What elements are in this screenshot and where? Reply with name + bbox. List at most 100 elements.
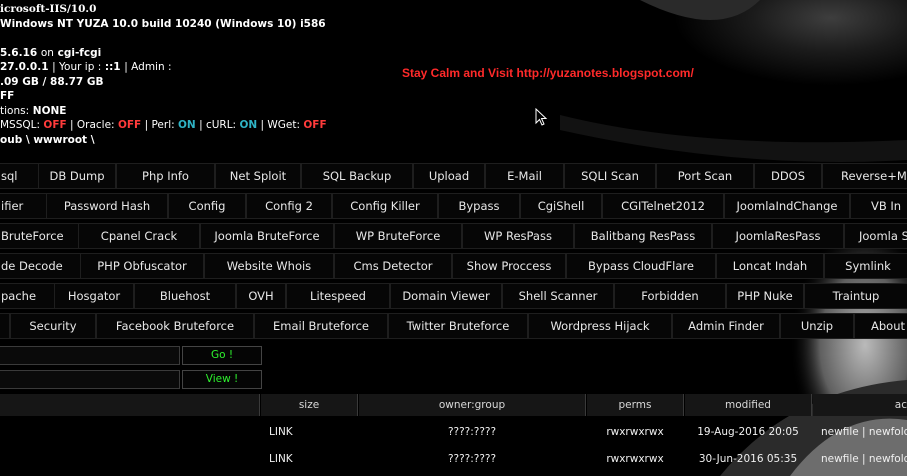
menu-balitbang-respass[interactable]: Balitbang ResPass	[574, 223, 712, 249]
menu-facebook-bruteforce[interactable]: Facebook Bruteforce	[96, 313, 254, 339]
menu-security[interactable]: Security	[10, 313, 96, 339]
menu-wordpress-hijack[interactable]: Wordpress Hijack	[528, 313, 672, 339]
menu-sqli-scan[interactable]: SQLI Scan	[564, 163, 656, 189]
menu-partial[interactable]	[0, 313, 10, 339]
menu-wp-respass[interactable]: WP ResPass	[462, 223, 574, 249]
goto-input[interactable]	[0, 346, 180, 365]
menu-shell-scanner[interactable]: Shell Scanner	[502, 283, 614, 309]
menu-ddos[interactable]: DDOS	[754, 163, 822, 189]
cell-owner: ????:????	[447, 453, 497, 465]
view-input[interactable]	[0, 370, 180, 389]
menu-admin-finder[interactable]: Admin Finder	[672, 313, 780, 339]
menu-row-5: pache Hosgator Bluehost OVH Litespeed Do…	[0, 283, 907, 309]
your-ip: ::1	[104, 61, 121, 73]
menu-ovh[interactable]: OVH	[236, 283, 286, 309]
menu-cgitelnet[interactable]: CGITelnet2012	[602, 193, 724, 219]
menu-upload[interactable]: Upload	[413, 163, 485, 189]
cell-name[interactable]	[0, 420, 259, 445]
header-action[interactable]: ac	[813, 394, 907, 416]
menu-config[interactable]: Config	[168, 193, 246, 219]
admin-label: | Admin :	[124, 61, 172, 73]
cell-perms[interactable]: rwxrwxrwx	[587, 420, 683, 445]
menu-reverse[interactable]: Reverse+M	[822, 163, 907, 189]
menu-cpanel-crack[interactable]: Cpanel Crack	[78, 223, 200, 249]
menu-config-killer[interactable]: Config Killer	[332, 193, 438, 219]
menu-sql[interactable]: sql	[0, 163, 40, 189]
menu-symlink[interactable]: Symlink	[824, 253, 907, 279]
header-owner-group[interactable]: owner:group	[359, 394, 586, 416]
menu-twitter-bruteforce[interactable]: Twitter Bruteforce	[388, 313, 528, 339]
menu-vb-index[interactable]: VB In	[850, 193, 907, 219]
perl-status: ON	[178, 119, 196, 131]
menu-config-2[interactable]: Config 2	[246, 193, 332, 219]
menu-bypass[interactable]: Bypass	[438, 193, 520, 219]
perl-label: | Perl:	[144, 119, 175, 131]
menu-email[interactable]: E-Mail	[485, 163, 564, 189]
menu-domain-viewer[interactable]: Domain Viewer	[390, 283, 502, 309]
table-row: LINK ????:???? rwxrwxrwx 19-Aug-2016 20:…	[0, 420, 907, 445]
header-name[interactable]	[0, 394, 260, 416]
mssql-label: MSSQL:	[0, 119, 41, 131]
cell-size: LINK	[269, 426, 293, 438]
server-software: icrosoft-IIS/10.0	[0, 3, 97, 15]
cell-actions[interactable]: newfile | newfolde	[821, 420, 907, 445]
curl-status: ON	[239, 119, 258, 131]
menu-traintup[interactable]: Traintup	[804, 283, 907, 309]
cell-perms[interactable]: rwxrwxrwx	[587, 447, 683, 472]
table-row: LINK ????:???? rwxrwxrwx 30-Jun-2016 05:…	[0, 447, 907, 472]
hdd-info: .09 GB / 88.77 GB	[0, 75, 104, 88]
menu-apache[interactable]: pache	[0, 283, 56, 309]
menu-about[interactable]: About	[854, 313, 907, 339]
menu-website-whois[interactable]: Website Whois	[204, 253, 334, 279]
header-modified[interactable]: modified	[685, 394, 812, 416]
wget-label: | WGet:	[260, 119, 301, 131]
menu-identifier[interactable]: ifier	[0, 193, 48, 219]
menu-hosgator[interactable]: Hosgator	[54, 283, 134, 309]
cell-size: LINK	[269, 453, 293, 465]
oracle-status: OFF	[117, 119, 142, 131]
cell-modified: 19-Aug-2016 20:05	[697, 426, 799, 438]
menu-show-process[interactable]: Show Proccess	[452, 253, 566, 279]
menu-loncat-indah[interactable]: Loncat Indah	[716, 253, 824, 279]
your-ip-label: | Your ip :	[52, 61, 102, 73]
menu-php-obfuscator[interactable]: PHP Obfuscator	[80, 253, 204, 279]
menu-email-bruteforce[interactable]: Email Bruteforce	[254, 313, 388, 339]
menu-bruteforce[interactable]: BruteForce	[0, 223, 80, 249]
menu-bypass-cloudflare[interactable]: Bypass CloudFlare	[566, 253, 716, 279]
menu-password-hash[interactable]: Password Hash	[46, 193, 168, 219]
menu-litespeed[interactable]: Litespeed	[286, 283, 390, 309]
menu-bluehost[interactable]: Bluehost	[134, 283, 236, 309]
cell-modified: 30-Jun-2016 05:35	[698, 453, 798, 465]
menu-code-decode[interactable]: de Decode	[0, 253, 82, 279]
menu-cgishell[interactable]: CgiShell	[520, 193, 602, 219]
menu-joomla-respass[interactable]: JoomlaResPass	[712, 223, 844, 249]
go-button[interactable]: Go !	[182, 346, 262, 365]
module-status: MSSQL: OFF | Oracle: OFF | Perl: ON | cU…	[0, 118, 327, 133]
menu-cms-detector[interactable]: Cms Detector	[334, 253, 452, 279]
cell-actions[interactable]: newfile | newfolde	[821, 447, 907, 472]
menu-unzip[interactable]: Unzip	[780, 313, 854, 339]
server-ip: 27.0.0.1	[0, 61, 49, 73]
view-button[interactable]: View !	[182, 370, 262, 389]
mssql-status: OFF	[43, 119, 67, 131]
php-mode: cgi-fcgi	[57, 46, 102, 59]
disabled-functions: tions: NONE	[0, 104, 327, 119]
cell-owner: ????:????	[447, 426, 497, 438]
menu-port-scan[interactable]: Port Scan	[656, 163, 754, 189]
menu-joomla-s[interactable]: Joomla S	[844, 223, 907, 249]
menu-wp-bruteforce[interactable]: WP BruteForce	[334, 223, 462, 249]
menu-php-nuke[interactable]: PHP Nuke	[726, 283, 804, 309]
promo-banner: Stay Calm and Visit http://yuzanotes.blo…	[402, 66, 694, 80]
menu-php-info[interactable]: Php Info	[116, 163, 215, 189]
header-size[interactable]: size	[261, 394, 358, 416]
menu-joomla-bruteforce[interactable]: Joomla BruteForce	[200, 223, 334, 249]
php-mode-sep: on	[40, 46, 54, 59]
menu-net-sploit[interactable]: Net Sploit	[215, 163, 301, 189]
menu-sql-backup[interactable]: SQL Backup	[301, 163, 413, 189]
menu-forbidden[interactable]: Forbidden	[614, 283, 726, 309]
cell-name[interactable]	[0, 447, 259, 472]
menu-joomla-index-change[interactable]: JoomlaIndChange	[724, 193, 850, 219]
current-path[interactable]: oub \ wwwroot \	[0, 133, 327, 148]
menu-db-dump[interactable]: DB Dump	[38, 163, 116, 189]
header-perms[interactable]: perms	[587, 394, 684, 416]
